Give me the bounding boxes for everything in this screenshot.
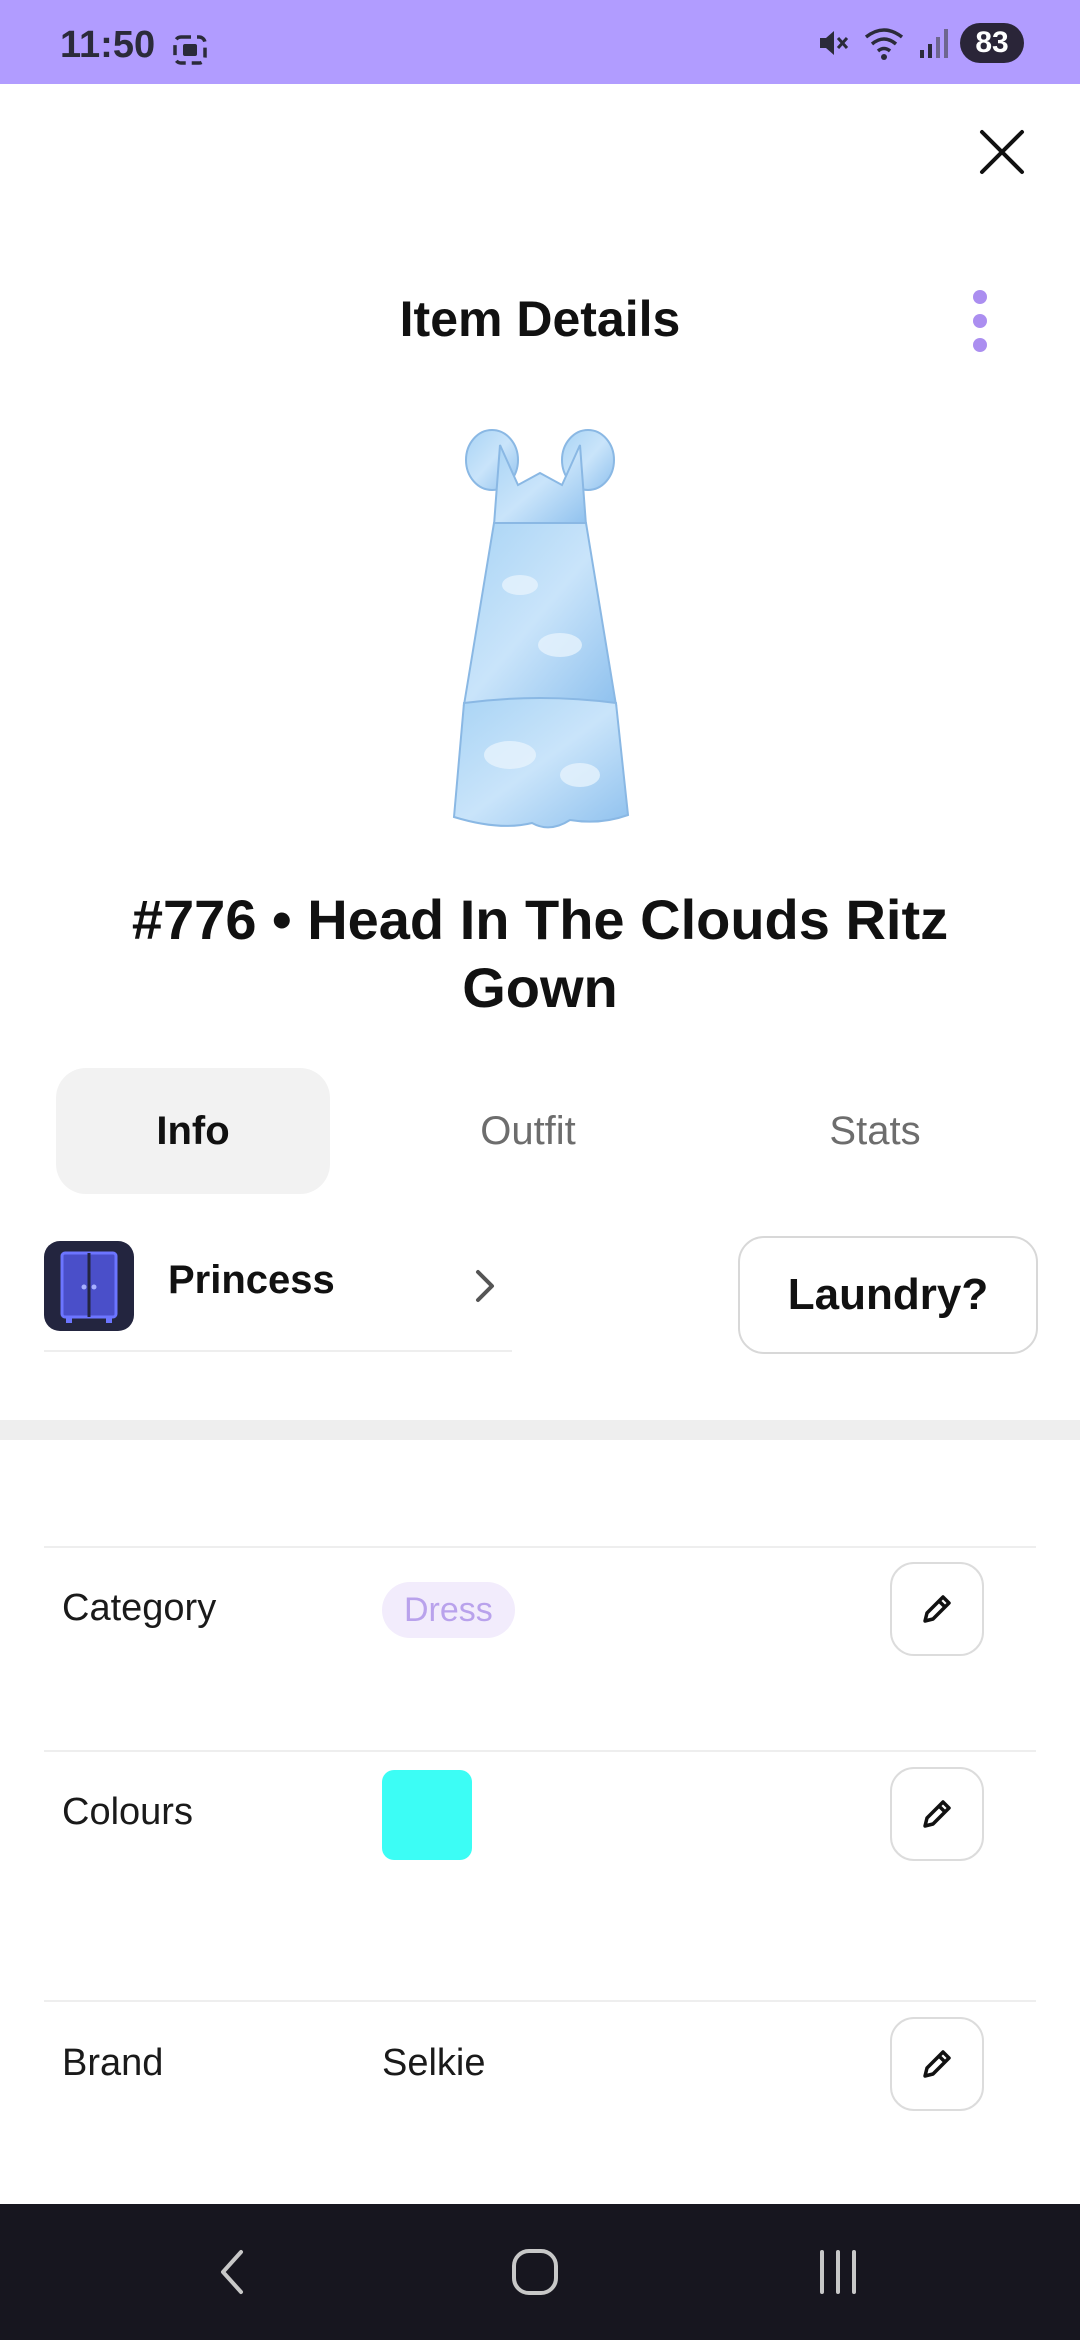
page-title: Item Details [399,291,681,347]
brand-value: Selkie [382,2042,486,2084]
more-vertical-icon-dot [973,314,987,328]
wifi-icon [864,28,904,60]
row-divider [44,2000,1036,2002]
mute-icon [820,31,849,55]
battery-indicator: 83 [960,23,1024,63]
colour-swatch[interactable] [382,1770,472,1860]
section-divider [0,1420,1080,1440]
pencil-icon [923,1800,951,1828]
more-vertical-icon [973,290,987,304]
tab-outfit[interactable]: Outfit [400,1068,656,1194]
recents-icon[interactable] [808,2242,868,2302]
screenshot-icon [173,35,207,65]
home-icon[interactable] [505,2242,565,2302]
pencil-icon [923,2050,951,2078]
colours-label: Colours [62,1791,193,1833]
close-icon [980,130,1024,174]
pencil-icon [923,1595,951,1623]
category-chip: Dress [382,1582,515,1638]
category-label: Category [62,1587,217,1629]
wardrobe-link[interactable]: Princess [44,1238,512,1352]
more-vertical-icon-dot [973,338,987,352]
signal-icon [920,29,948,58]
wardrobe-label: Princess [168,1258,335,1302]
row-divider [44,1750,1036,1752]
item-title: #776 • Head In The Clouds Ritz Gown [131,888,949,1019]
status-icons: 83 [816,22,1024,64]
chevron-right-icon [476,1270,494,1302]
brand-label: Brand [62,2042,164,2084]
edit-brand-button[interactable] [890,2017,984,2111]
tab-stats[interactable]: Stats [750,1068,1000,1194]
tab-info[interactable]: Info [56,1068,330,1194]
laundry-button[interactable]: Laundry? [738,1236,1038,1354]
back-icon[interactable] [203,2242,263,2302]
close-button[interactable] [972,122,1032,182]
wardrobe-icon [44,1241,134,1331]
item-image [452,429,630,829]
edit-category-button[interactable] [890,1562,984,1656]
edit-colours-button[interactable] [890,1767,984,1861]
status-bar: 11:50 83 [0,0,1080,84]
row-divider [44,1546,1036,1548]
navigation-bar [0,2204,1080,2340]
status-time: 11:50 [60,24,156,66]
more-options-button[interactable] [962,290,998,352]
